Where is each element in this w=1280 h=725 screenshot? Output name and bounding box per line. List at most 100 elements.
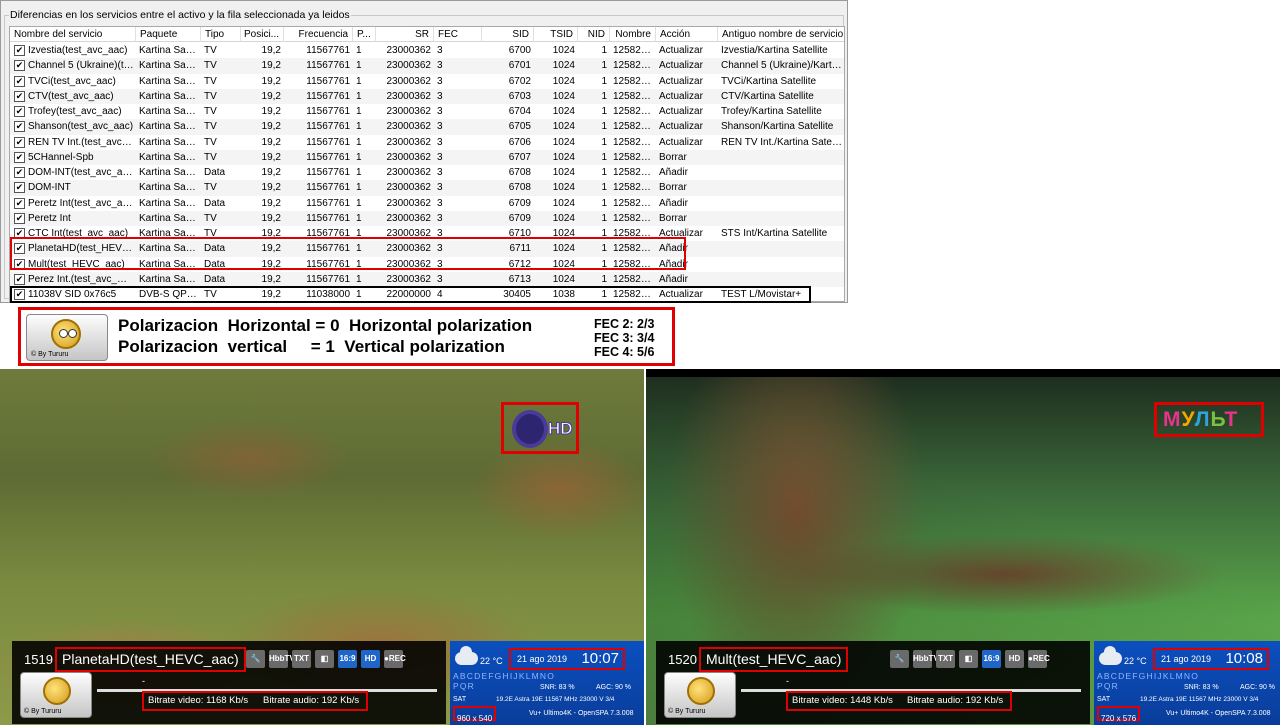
column-header[interactable]: Posici... (241, 27, 284, 42)
table-cell: 1 (356, 243, 362, 255)
table-cell: 1 (601, 90, 607, 102)
table-cell: 3 (437, 258, 443, 270)
table-cell: TV (204, 45, 217, 56)
date: 21 ago 2019 (517, 654, 568, 664)
table-cell: Kartina Satell... (139, 212, 198, 224)
snr-value: SNR: 83 % (540, 684, 575, 691)
table-cell: Data (204, 167, 226, 178)
column-header[interactable]: Tipo (201, 27, 241, 42)
table-cell: 3 (437, 136, 443, 148)
row-checkbox[interactable]: ✔ (14, 228, 25, 239)
table-cell: 6706 (508, 136, 531, 148)
table-cell: Trofey/Kartina Satellite (721, 106, 822, 117)
table-cell: 1 (356, 121, 362, 133)
table-cell: TVCi(test_avc_aac) (28, 75, 116, 87)
table-row[interactable]: ✔Izvestia(test_avc_aac) Kartina Satell...… (10, 43, 844, 58)
table-cell: 11567761 (306, 182, 350, 194)
row-checkbox[interactable]: ✔ (14, 75, 25, 87)
table-cell: REN TV Int./Kartina Satellite (721, 136, 843, 148)
event-dash: - (142, 676, 145, 686)
column-header[interactable]: P... (353, 27, 376, 42)
row-checkbox[interactable]: ✔ (14, 167, 25, 178)
table-cell: 12582912 (613, 90, 653, 102)
column-header[interactable]: NID (578, 27, 610, 42)
row-checkbox[interactable]: ✔ (14, 212, 25, 224)
column-header[interactable]: Nombre (610, 27, 656, 42)
column-header[interactable]: Antiguo nombre de servicio ... (718, 27, 844, 42)
row-checkbox[interactable]: ✔ (14, 243, 25, 255)
table-row[interactable]: ✔DOM-INT(test_avc_aac) Kartina Satell... D… (10, 165, 844, 180)
table-cell: 6708 (508, 182, 531, 194)
rec-icon: ●REC (1028, 650, 1050, 668)
column-header[interactable]: Acción (656, 27, 718, 42)
row-checkbox[interactable]: ✔ (14, 60, 25, 72)
table-row[interactable]: ✔ Channel 5 (Ukraine)(tes... Kartina Satel… (10, 58, 844, 74)
table-cell: Data (204, 243, 226, 255)
info-panel: 22 °C 21 ago 2019 10:08 ABCDEFGHIJKLMNOP… (1094, 641, 1280, 725)
row-checkbox[interactable]: ✔ (14, 106, 25, 117)
table-cell: 1024 (552, 273, 575, 285)
row-checkbox[interactable]: ✔ (14, 258, 25, 270)
table-cell: 12582912 (613, 212, 653, 224)
receiver-info: Vu+ Ultimo4K - OpenSPA 7.3.008 (529, 710, 634, 717)
table-row[interactable]: ✔PlanetaHD(test_HEVC_... Kartina Satell..… (10, 241, 844, 257)
row-checkbox[interactable]: ✔ (14, 121, 25, 133)
column-header[interactable]: Frecuencia (284, 27, 353, 42)
row-checkbox[interactable]: ✔ (14, 151, 25, 163)
table-cell: 1 (356, 289, 362, 300)
table-cell: Data (204, 197, 226, 209)
table-cell: 6707 (508, 151, 531, 163)
row-checkbox[interactable]: ✔ (14, 136, 25, 148)
table-cell: 6708 (508, 167, 531, 178)
table-cell: 3 (437, 228, 443, 239)
table-row[interactable]: ✔REN TV Int.(test_avc_... Kartina Satell.… (10, 135, 844, 150)
table-cell: Trofey(test_avc_aac) (28, 106, 122, 117)
table-cell (721, 257, 843, 272)
column-header[interactable]: Nombre del servicio (10, 27, 136, 42)
table-cell: 23000362 (386, 228, 432, 239)
services-grid[interactable]: Nombre del servicio Paquete Tipo Posici... F… (9, 26, 845, 302)
table-row[interactable]: ✔Shanson(test_avc_aac) Kartina Satell... T… (10, 119, 844, 135)
table-row[interactable]: ✔Trofey(test_avc_aac) Kartina Satell... TV… (10, 104, 844, 119)
services-diff-panel: Diferencias en los servicios entre el ac… (0, 0, 848, 303)
fec-line-4: FEC 4: 5/6 (594, 345, 655, 359)
table-row[interactable]: ✔CTV(test_avc_aac) Kartina Satell... TV 19,… (10, 88, 844, 104)
table-row[interactable]: ✔Mult(test_HEVC_aac) Kartina Satell... Dat… (10, 257, 844, 272)
table-cell: 19,2 (261, 60, 281, 72)
date: 21 ago 2019 (1161, 654, 1212, 664)
column-header[interactable]: Paquete (136, 27, 201, 42)
row-checkbox[interactable]: ✔ (14, 197, 25, 209)
column-header[interactable]: TSID (534, 27, 578, 42)
column-header[interactable]: SR (376, 27, 434, 42)
table-row[interactable]: ✔ 11038V SID 0x76c5 DVB-S QPS... TV 19,2 1103… (10, 287, 844, 301)
channel-number: 1520 (668, 652, 697, 667)
table-row[interactable]: ✔DOM-INT Kartina Satell... TV 19,2 11567761 1… (10, 180, 844, 196)
resolution-box: 720 x 576 (1097, 706, 1141, 723)
wrench-icon: 🔧 (890, 650, 909, 668)
cloud-icon (455, 646, 478, 665)
mascot-face-icon (43, 677, 71, 705)
table-row[interactable]: ✔Peretz Int Kartina Satell... TV 19,2 115677… (10, 210, 844, 226)
table-cell: 1024 (552, 75, 575, 87)
table-row[interactable]: ✔TVCi(test_avc_aac) Kartina Satell... TV 19… (10, 74, 844, 89)
table-cell: TV (204, 60, 217, 72)
row-checkbox[interactable]: ✔ (14, 289, 25, 300)
row-checkbox[interactable]: ✔ (14, 182, 25, 194)
table-row[interactable]: ✔5CHannel-Spb Kartina Satell... TV 19,2 1156… (10, 149, 844, 165)
row-checkbox[interactable]: ✔ (14, 273, 25, 285)
row-checkbox[interactable]: ✔ (14, 90, 25, 102)
table-row[interactable]: ✔Perez Int.(test_avc_mp... Kartina Satell… (10, 271, 844, 287)
row-checkbox[interactable]: ✔ (14, 45, 25, 56)
table-cell: 1024 (552, 106, 575, 117)
table-cell: 3 (437, 212, 443, 224)
snr-value: SNR: 83 % (1184, 684, 1219, 691)
table-row[interactable]: ✔Peretz Int(test_avc_aac) Kartina Satell.… (10, 196, 844, 211)
table-cell: 1 (356, 167, 362, 178)
dolby-icon: ◧ (315, 650, 334, 668)
column-header[interactable]: FEC (434, 27, 482, 42)
column-header[interactable]: SID (482, 27, 534, 42)
table-cell: 11567761 (306, 90, 350, 102)
cloud-icon (1099, 646, 1122, 665)
table-cell: 22000000 (386, 289, 432, 300)
table-row[interactable]: ✔CTC Int(test_avc_aac) Kartina Satell... T… (10, 226, 844, 241)
